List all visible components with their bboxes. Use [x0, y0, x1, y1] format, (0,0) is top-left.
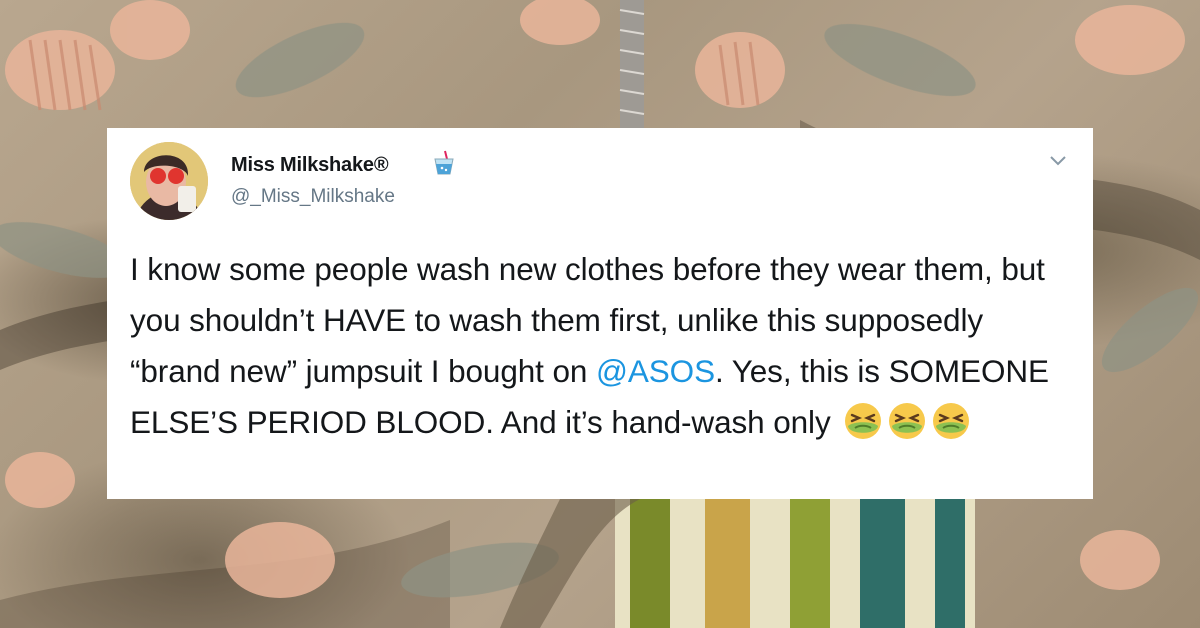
emoji-row: [839, 401, 971, 441]
tweet-text: I know some people wash new clothes befo…: [130, 244, 1070, 448]
nauseated-face-icon: [887, 401, 927, 441]
milkshake-cup-icon: [432, 150, 456, 176]
display-name[interactable]: Miss Milkshake®: [231, 154, 389, 177]
tweet-card: Miss Milkshake® @_Miss_Milkshake I know …: [107, 128, 1093, 499]
nauseated-face-icon: [843, 401, 883, 441]
nauseated-face-icon: [931, 401, 971, 441]
user-handle[interactable]: @_Miss_Milkshake: [231, 186, 395, 208]
avatar[interactable]: [130, 142, 208, 220]
mention-link[interactable]: @ASOS: [596, 353, 715, 389]
chevron-down-icon[interactable]: [1049, 154, 1067, 168]
